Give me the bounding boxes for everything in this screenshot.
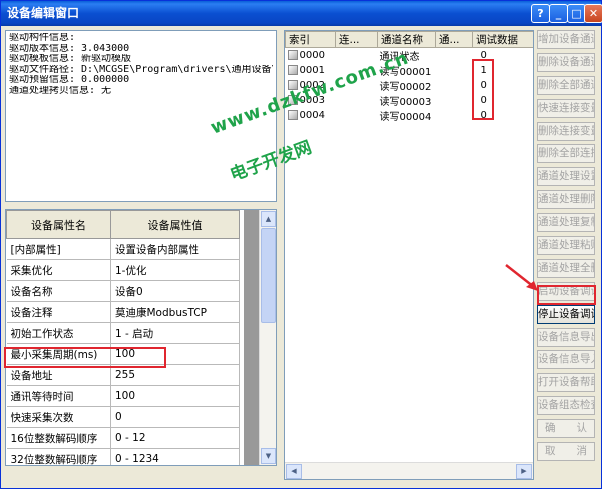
property-value[interactable]: 0 — [110, 406, 240, 428]
col-header-debug-data[interactable]: 调试数据 — [472, 31, 533, 48]
channel-row[interactable]: 0000 通讯状态 0 — [286, 48, 534, 64]
properties-table: 设备属性名 设备属性值 [内部属性] 设置设备内部属性 采集优化 1-优化 设备名称 设备… — [6, 210, 240, 465]
channel-row[interactable]: 0004 读写00004 0 — [286, 108, 534, 123]
channel-name: 读写00004 — [379, 112, 432, 123]
action-button-16[interactable]: 设备组态检查 — [537, 396, 595, 416]
action-button-14[interactable]: 设备信息导入 — [537, 350, 595, 370]
action-button-0[interactable]: 增加设备通道 — [537, 30, 595, 49]
property-value[interactable]: 设备0 — [110, 280, 240, 302]
driver-info-line: 驱动构件信息: — [9, 33, 76, 43]
action-button-17[interactable]: 确 认 — [537, 419, 595, 439]
driver-info-line: 驱动预留信息: 0.000000 — [9, 75, 130, 85]
col-header-prop-name[interactable]: 设备属性名 — [6, 210, 111, 239]
arrow-icon — [505, 264, 538, 291]
property-value[interactable]: 0 - 12 — [110, 427, 240, 449]
channel-index: 0001 — [299, 65, 325, 76]
channel-index: 0004 — [299, 110, 325, 121]
help-button[interactable]: ? — [531, 4, 550, 23]
property-row[interactable]: 采集优化 1-优化 — [6, 259, 240, 281]
property-value[interactable]: 1-优化 — [110, 259, 240, 281]
scroll-up-icon[interactable]: ▲ — [261, 211, 276, 227]
driver-info-line: 通道处理拷贝信息: 无 — [9, 85, 112, 96]
property-row[interactable]: 32位整数解码顺序 0 - 1234 — [6, 448, 240, 465]
property-row[interactable]: 16位整数解码顺序 0 - 12 — [6, 427, 240, 449]
action-button-5[interactable]: 删除全部连接 — [537, 144, 595, 164]
property-value[interactable]: 100 — [110, 385, 240, 407]
channel-icon — [287, 65, 298, 75]
property-row[interactable]: 设备名称 设备0 — [6, 280, 240, 302]
channel-horizontal-scrollbar[interactable]: ◀ ▶ — [285, 462, 533, 479]
channel-type — [436, 78, 473, 93]
action-button-15[interactable]: 打开设备帮助 — [537, 373, 595, 393]
property-value[interactable]: 1 - 启动 — [110, 322, 240, 344]
channel-index-cell: 0000 — [286, 48, 336, 64]
close-button[interactable]: ✕ — [584, 4, 602, 23]
minimize-button[interactable]: _ — [549, 4, 568, 23]
channel-type — [436, 108, 473, 123]
channel-index: 0000 — [299, 50, 325, 61]
start-debug-highlight — [537, 285, 596, 305]
channel-name: 读写00003 — [379, 97, 432, 108]
action-button-12[interactable]: 停止设备调试 — [537, 304, 595, 324]
property-value[interactable]: 莫迪康ModbusTCP — [110, 301, 240, 323]
action-button-7[interactable]: 通道处理删除 — [537, 190, 595, 210]
property-row[interactable]: [内部属性] 设置设备内部属性 — [6, 238, 240, 260]
action-button-1[interactable]: 删除设备通道 — [537, 52, 595, 72]
action-button-4[interactable]: 删除连接变量 — [537, 121, 595, 141]
property-row[interactable]: 快速采集次数 0 — [6, 406, 240, 428]
driver-info-line: 驱动模板信息: 新驱动模版 — [9, 54, 132, 64]
col-header-index[interactable]: 索引 — [285, 31, 336, 48]
col-header-connection[interactable]: 连... — [335, 31, 378, 48]
property-row[interactable]: 初始工作状态 1 - 启动 — [6, 322, 240, 344]
action-button-18[interactable]: 取 消 — [537, 442, 595, 462]
property-name: 采集优化 — [6, 259, 111, 281]
channel-connection[interactable] — [336, 108, 378, 123]
channel-type — [436, 93, 473, 108]
scroll-right-icon[interactable]: ▶ — [516, 464, 532, 479]
property-name: 通讯等待时间 — [6, 385, 111, 407]
action-button-6[interactable]: 通道处理设置 — [537, 167, 595, 187]
scroll-left-icon[interactable]: ◀ — [286, 464, 302, 479]
property-row[interactable]: 通讯等待时间 100 — [6, 385, 240, 407]
col-header-channel-name[interactable]: 通道名称 — [377, 31, 436, 48]
channel-type — [436, 63, 473, 78]
property-name: 设备名称 — [6, 280, 111, 302]
property-name: 32位整数解码顺序 — [6, 448, 111, 465]
debug-data-highlight — [472, 59, 494, 120]
device-edit-window: 设备编辑窗口 ? _ □ ✕ 驱动构件信息: 驱动版本信息: 3.043000 … — [0, 0, 602, 489]
title-bar: 设备编辑窗口 — [1, 1, 601, 26]
property-name: 16位整数解码顺序 — [6, 427, 111, 449]
driver-info-line: 驱动文件路径: D:\MCGSE\Program\drivers\通用设备\mo… — [9, 64, 273, 75]
property-name: [内部属性] — [6, 238, 111, 260]
action-button-2[interactable]: 删除全部通道 — [537, 75, 595, 95]
property-value[interactable]: 0 - 1234 — [110, 448, 240, 465]
scroll-down-icon[interactable]: ▼ — [261, 448, 276, 464]
col-header-prop-value[interactable]: 设备属性值 — [110, 210, 240, 239]
window-title: 设备编辑窗口 — [7, 6, 80, 20]
device-address-highlight — [4, 347, 166, 368]
action-button-13[interactable]: 设备信息导出 — [537, 327, 595, 347]
scroll-thumb[interactable] — [261, 228, 276, 323]
property-name: 设备注释 — [6, 301, 111, 323]
channel-type — [436, 48, 473, 64]
device-properties-grid[interactable]: 设备属性名 设备属性值 [内部属性] 设置设备内部属性 采集优化 1-优化 设备名称 设备… — [5, 209, 277, 466]
channel-connection[interactable] — [336, 93, 378, 108]
property-name: 快速采集次数 — [6, 406, 111, 428]
channel-name: 读写00002 — [379, 82, 432, 93]
action-button-column: 增加设备通道 删除设备通道 删除全部通道 快速连接变量 删除连接变量 删除全部连接 通道处理… — [537, 30, 597, 465]
property-row[interactable]: 设备注释 莫迪康ModbusTCP — [6, 301, 240, 323]
action-button-3[interactable]: 快速连接变量 — [537, 98, 595, 118]
action-button-10[interactable]: 通道处理全删 — [537, 258, 595, 278]
action-button-8[interactable]: 通道处理复制 — [537, 213, 595, 233]
action-button-9[interactable]: 通道处理粘贴 — [537, 236, 595, 256]
property-name: 初始工作状态 — [6, 322, 111, 344]
channel-icon — [287, 50, 298, 60]
properties-vertical-scrollbar[interactable]: ▲ ▼ — [259, 210, 276, 465]
driver-info-line: 驱动版本信息: 3.043000 — [9, 43, 130, 54]
property-value[interactable]: 设置设备内部属性 — [110, 238, 240, 260]
col-header-channel-type[interactable]: 通... — [435, 31, 473, 48]
